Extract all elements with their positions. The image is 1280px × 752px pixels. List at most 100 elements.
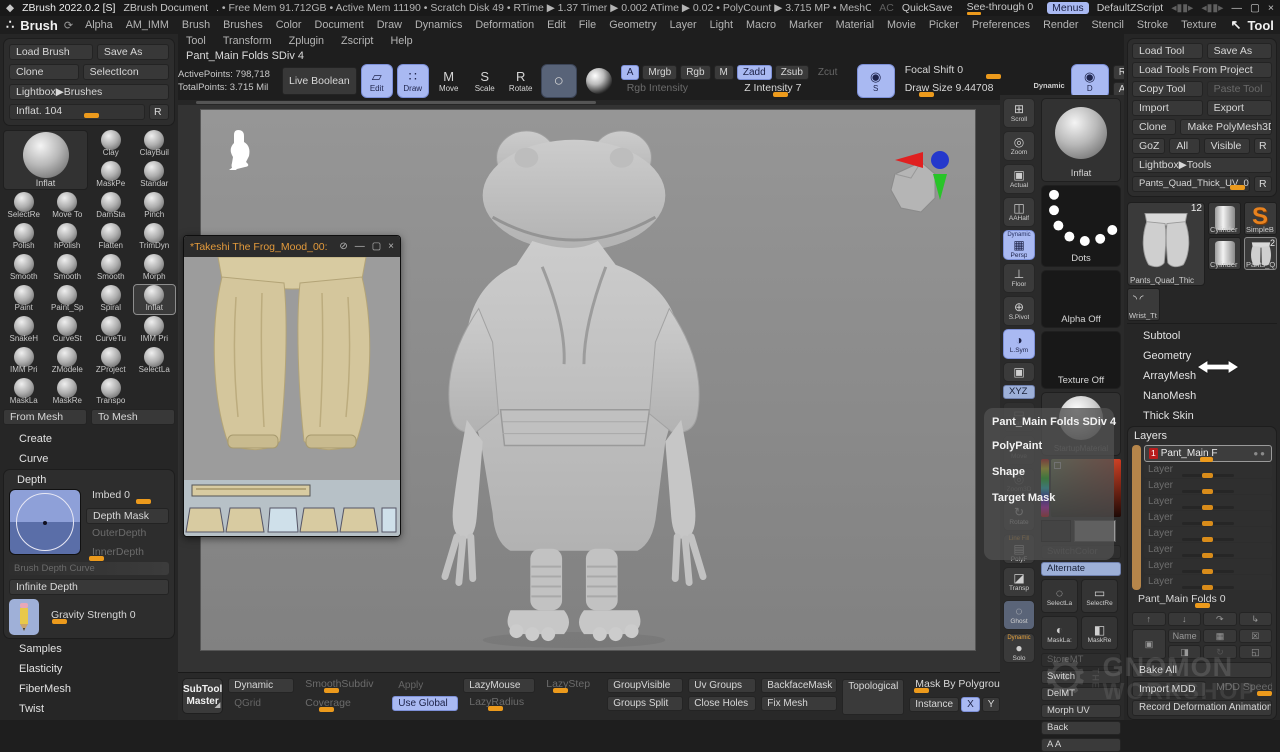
maximize-icon[interactable]: ▢ (372, 241, 381, 252)
lazy-mouse-button[interactable]: LazyMouse (463, 678, 535, 693)
menu-item[interactable]: Stroke (1131, 17, 1174, 33)
camera-gizmo-head[interactable] (877, 148, 957, 220)
layer-row[interactable]: Layer (1144, 511, 1272, 526)
stroke-curve-button[interactable]: ◉S (857, 64, 895, 98)
brush-size-r-button[interactable]: R (149, 104, 169, 120)
save-as-button[interactable]: Save As (97, 44, 169, 60)
brush-size-slider[interactable]: Inflat. 104 (9, 104, 145, 120)
brush-tile[interactable]: Flatten (90, 223, 132, 252)
brush-tile[interactable]: Transpo (90, 378, 132, 407)
lightbox-tools-button[interactable]: Lightbox▶Tools (1132, 157, 1272, 173)
view-button[interactable]: Dynamic●Solo (1003, 633, 1035, 663)
all-button[interactable]: All (1169, 138, 1199, 154)
morph-uv-button[interactable]: Morph UV (1041, 704, 1121, 718)
quick-brush[interactable]: ▭SelectRe (1081, 579, 1118, 613)
brush-tile[interactable]: Inflat (134, 285, 176, 314)
alpha-picker-button[interactable] (581, 64, 617, 98)
replay-last-button[interactable]: ReplayLast (1113, 65, 1124, 80)
current-brush-preview[interactable]: Inflat (3, 130, 88, 190)
active-layer-row[interactable]: 1 Pant_Main F ●● (1144, 445, 1272, 462)
load-brush-button[interactable]: Load Brush (9, 44, 93, 60)
brush-depth-curve[interactable]: Brush Depth Curve (9, 562, 169, 575)
menu-item[interactable]: Alpha (79, 17, 119, 33)
goz-r-button[interactable]: R (1254, 138, 1272, 154)
gravity-strength-slider[interactable]: Gravity Strength 0 (45, 609, 169, 625)
menu-item[interactable]: Dynamics (409, 17, 468, 33)
menu-item[interactable]: Transform (215, 34, 280, 50)
palette-section[interactable]: Samples (3, 639, 175, 659)
depth-stamp-button[interactable]: ◉D (1071, 64, 1109, 98)
bake-all-button[interactable]: Bake All (1132, 662, 1272, 678)
current-tool-slider[interactable]: Pants_Quad_Thick_UV_003. (1132, 176, 1250, 192)
menu-item[interactable]: Light (704, 17, 739, 33)
default-zscript-button[interactable]: DefaultZScript (1097, 2, 1164, 14)
see-through-slider[interactable]: See-through 0 (961, 1, 1040, 15)
subtool-thumb-cylinder2[interactable]: Cylinder (1208, 237, 1241, 270)
groups-split-button[interactable]: Groups Split (607, 696, 683, 711)
depth-preview[interactable] (9, 489, 81, 555)
menu-item[interactable]: Macro (740, 17, 782, 33)
instance-button[interactable]: Instance (909, 697, 959, 712)
brush-tile[interactable]: Smooth (90, 254, 132, 283)
layer-down-button[interactable]: ↓ (1168, 612, 1202, 626)
backface-mask-button[interactable]: BackfaceMask (761, 678, 837, 693)
live-boolean-button[interactable]: Live Boolean (282, 67, 357, 95)
lazy-radius-slider[interactable]: LazyRadius (463, 696, 535, 712)
quick-brush[interactable]: ◌SelectLa (1041, 579, 1078, 613)
brush-tile[interactable]: MaskRe (47, 378, 89, 407)
stroke-quick-preview[interactable]: Dots (1041, 185, 1121, 267)
close-holes-button[interactable]: Close Holes (688, 696, 756, 711)
layer-row[interactable]: Layer (1144, 495, 1272, 510)
model-silhouette-icon[interactable] (225, 128, 255, 174)
menu-item[interactable]: Material (830, 17, 880, 33)
select-icon-button[interactable]: SelectIcon (83, 64, 169, 80)
brush-tile[interactable]: SelectRe (3, 192, 45, 221)
draw-button[interactable]: ∷ Draw (397, 64, 429, 98)
menu-item[interactable]: Marker (783, 17, 829, 33)
goz-button[interactable]: GoZ (1132, 138, 1165, 154)
menu-item[interactable]: AM_IMM (120, 17, 175, 33)
menu-item[interactable]: Geometry (603, 17, 662, 33)
brush-tile[interactable]: DamSta (90, 192, 132, 221)
depth-mask-button[interactable]: Depth Mask (86, 508, 169, 524)
rotate-button[interactable]: R Rotate (505, 64, 537, 98)
brush-tile[interactable]: SelectLa (134, 347, 176, 376)
inner-depth-slider[interactable]: InnerDepth (86, 546, 169, 562)
close-icon[interactable]: × (388, 241, 394, 252)
menu-item[interactable]: Brush (176, 17, 216, 33)
brush-tile[interactable]: MaskLa (3, 378, 45, 407)
alternate-button[interactable]: Alternate (1041, 562, 1121, 576)
brush-tile[interactable]: CurveTu (90, 316, 132, 345)
palette-section[interactable]: Curve (3, 449, 175, 469)
palette-section[interactable]: Twist (3, 699, 175, 719)
current-subtool-thumb[interactable]: 12 Pants_Quad_Thic (1127, 202, 1205, 286)
view-button[interactable]: ⊕S.Pivot (1003, 296, 1035, 326)
layers-header[interactable]: Layers (1134, 430, 1272, 442)
brush-tile[interactable]: Morph (134, 254, 176, 283)
switch-button[interactable]: Switch (1041, 670, 1121, 684)
back-button[interactable]: Back (1041, 721, 1121, 735)
topological-button[interactable]: Topological (842, 679, 904, 715)
group-visible-button[interactable]: GroupVisible (607, 678, 683, 693)
reference-window[interactable]: *Takeshi The Frog_Mood_00: ⊘ — ▢ × (183, 235, 401, 537)
invert-layer-button[interactable]: ↻ (1203, 645, 1236, 659)
view-button[interactable]: ⊞Scroll (1003, 98, 1035, 128)
window-minimize-icon[interactable]: — (1231, 2, 1242, 14)
store-mt-button[interactable]: StoreMT (1041, 653, 1121, 667)
brush-tile[interactable]: Pinch (134, 192, 176, 221)
x-axis-button[interactable]: X (961, 697, 980, 712)
layer-row[interactable]: Layer (1144, 559, 1272, 574)
record-deformation-button[interactable]: Record Deformation Animation (1132, 700, 1272, 716)
uv-groups-button[interactable]: Uv Groups (688, 678, 756, 693)
m-toggle[interactable]: M (714, 65, 734, 80)
menu-item[interactable]: Document (309, 17, 370, 33)
merge-layer-button[interactable]: ◨ (1168, 645, 1201, 659)
brush-tile[interactable]: CurveSt (47, 316, 89, 345)
menu-item[interactable]: Picker (923, 17, 965, 33)
gravity-pencil-icon[interactable] (9, 599, 39, 635)
palette-section[interactable]: Create (3, 429, 175, 449)
brush-tile[interactable]: Paint (3, 285, 45, 314)
mask-by-polygroups-slider[interactable]: Mask By Polygroups 0 (909, 678, 1000, 694)
save-as-button[interactable]: Save As (1207, 43, 1272, 59)
palette-section[interactable]: NanoMesh (1127, 386, 1277, 406)
